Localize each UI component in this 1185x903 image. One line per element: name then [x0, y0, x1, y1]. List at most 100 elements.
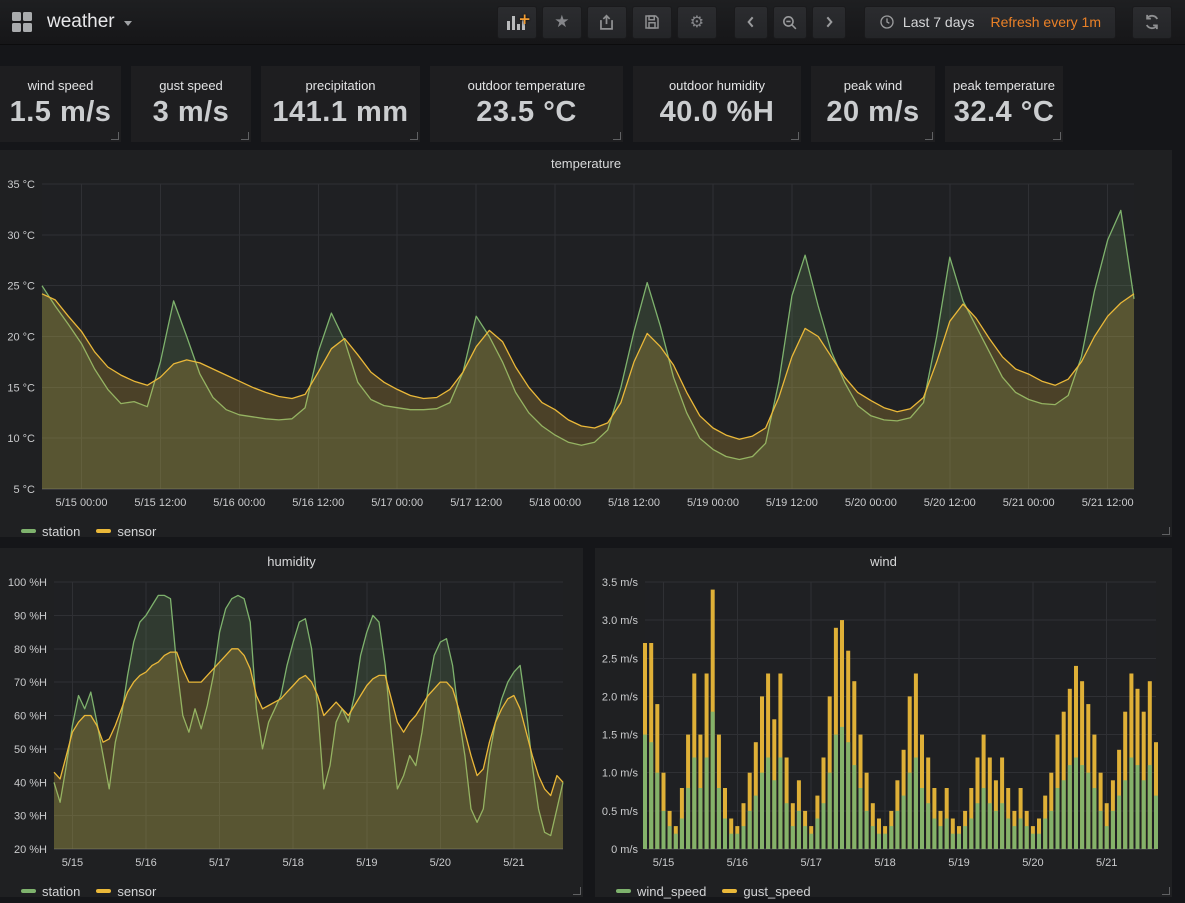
dashboard-toolbar: + ★ ⚙	[497, 6, 717, 39]
legend-item-gust_speed[interactable]: gust_speed	[722, 884, 810, 899]
humidity-chart[interactable]: 5/155/165/175/185/195/205/2120 %H30 %H40…	[0, 574, 583, 875]
humidity-legend: station sensor	[0, 880, 583, 902]
svg-text:5/15: 5/15	[62, 857, 83, 869]
stat-value: 141.1 mm	[272, 96, 408, 129]
svg-text:5/15: 5/15	[653, 857, 674, 869]
chevron-right-icon	[821, 14, 837, 30]
svg-text:5/19 00:00: 5/19 00:00	[687, 497, 739, 509]
resize-handle[interactable]	[573, 887, 581, 895]
refresh-icon	[1143, 13, 1161, 31]
panel-title-wind[interactable]: wind	[595, 548, 1172, 574]
stat-title: precipitation	[305, 78, 375, 93]
svg-text:5/16: 5/16	[135, 857, 156, 869]
svg-text:5/21: 5/21	[1096, 857, 1117, 869]
svg-text:5/18 12:00: 5/18 12:00	[608, 497, 660, 509]
legend-label: sensor	[117, 524, 156, 539]
time-range-picker[interactable]: Last 7 days Refresh every 1m	[864, 6, 1116, 39]
panel-wind: wind 5/155/165/175/185/195/205/210 m/s0.…	[595, 548, 1172, 897]
dashboard-grid-icon[interactable]	[12, 12, 32, 32]
chevron-left-icon	[743, 14, 759, 30]
share-icon	[597, 13, 616, 32]
resize-handle[interactable]	[613, 132, 621, 140]
stat-title: gust speed	[159, 78, 223, 93]
bar-chart-plus-icon: +	[507, 14, 527, 30]
svg-text:35 °C: 35 °C	[7, 179, 35, 191]
legend-swatch	[21, 889, 36, 893]
svg-text:5/19: 5/19	[356, 857, 377, 869]
stat-title: peak wind	[844, 78, 903, 93]
stat-panel-wind-speed: wind speed 1.5 m/s	[0, 66, 121, 142]
share-button[interactable]	[587, 6, 627, 39]
legend-swatch	[616, 889, 631, 893]
stat-title: outdoor humidity	[669, 78, 765, 93]
save-icon	[643, 13, 661, 31]
settings-button[interactable]: ⚙	[677, 6, 717, 39]
legend-label: station	[42, 884, 80, 899]
stat-value: 1.5 m/s	[10, 96, 112, 129]
temperature-legend: station sensor	[0, 520, 1172, 542]
svg-text:80 %H: 80 %H	[14, 644, 47, 656]
legend-item-sensor[interactable]: sensor	[96, 884, 156, 899]
svg-text:0 m/s: 0 m/s	[611, 844, 638, 856]
add-panel-button[interactable]: +	[497, 6, 537, 39]
svg-text:15 °C: 15 °C	[7, 382, 35, 394]
svg-text:1.0 m/s: 1.0 m/s	[602, 768, 639, 780]
panel-title-temperature[interactable]: temperature	[0, 150, 1172, 176]
svg-text:20 °C: 20 °C	[7, 332, 35, 344]
svg-text:30 °C: 30 °C	[7, 230, 35, 242]
svg-text:1.5 m/s: 1.5 m/s	[602, 730, 639, 742]
temperature-chart[interactable]: 5/15 00:005/15 12:005/16 00:005/16 12:00…	[0, 176, 1172, 515]
svg-text:5/15 00:00: 5/15 00:00	[56, 497, 108, 509]
resize-handle[interactable]	[241, 132, 249, 140]
stat-value: 20 m/s	[826, 96, 919, 129]
chevron-down-icon[interactable]	[124, 21, 132, 26]
refresh-interval-label: Refresh every 1m	[991, 14, 1101, 30]
stat-panel-outdoor-humidity: outdoor humidity40.0 %H	[633, 66, 801, 142]
stat-panels-row: wind speed 1.5 m/s gust speed 3 m/s precipit…	[0, 66, 1172, 142]
resize-handle[interactable]	[1162, 887, 1170, 895]
legend-item-station[interactable]: station	[21, 524, 80, 539]
dashboard-title[interactable]: weather	[47, 11, 115, 33]
stat-value: 23.5 °C	[476, 96, 577, 129]
svg-text:5/16 00:00: 5/16 00:00	[213, 497, 265, 509]
panel-title-humidity[interactable]: humidity	[0, 548, 583, 574]
resize-handle[interactable]	[410, 132, 418, 140]
save-button[interactable]	[632, 6, 672, 39]
wind-legend: wind_speed gust_speed	[595, 880, 1172, 902]
svg-text:20 %H: 20 %H	[14, 844, 47, 856]
resize-handle[interactable]	[791, 132, 799, 140]
legend-swatch	[96, 889, 111, 893]
wind-chart[interactable]: 5/155/165/175/185/195/205/210 m/s0.5 m/s…	[595, 574, 1172, 875]
svg-text:2.0 m/s: 2.0 m/s	[602, 691, 639, 703]
resize-handle[interactable]	[925, 132, 933, 140]
time-back-button[interactable]	[734, 6, 768, 39]
svg-text:5/16 12:00: 5/16 12:00	[292, 497, 344, 509]
time-forward-button[interactable]	[812, 6, 846, 39]
svg-text:5/20: 5/20	[1022, 857, 1043, 869]
svg-text:60 %H: 60 %H	[14, 711, 47, 723]
svg-text:70 %H: 70 %H	[14, 677, 47, 689]
resize-handle[interactable]	[1053, 132, 1061, 140]
legend-label: gust_speed	[743, 884, 810, 899]
legend-item-wind_speed[interactable]: wind_speed	[616, 884, 706, 899]
time-nav-group	[734, 6, 846, 39]
stat-title: outdoor temperature	[468, 78, 586, 93]
stat-value: 3 m/s	[153, 96, 230, 129]
stat-value: 32.4 °C	[954, 96, 1055, 129]
refresh-button[interactable]	[1132, 6, 1172, 39]
svg-text:2.5 m/s: 2.5 m/s	[602, 653, 639, 665]
legend-swatch	[21, 529, 36, 533]
resize-handle[interactable]	[1162, 527, 1170, 535]
svg-text:50 %H: 50 %H	[14, 744, 47, 756]
legend-item-sensor[interactable]: sensor	[96, 524, 156, 539]
svg-text:90 %H: 90 %H	[14, 610, 47, 622]
svg-text:5/19: 5/19	[948, 857, 969, 869]
star-button[interactable]: ★	[542, 6, 582, 39]
stat-panel-peak-temperature: peak temperature32.4 °C	[945, 66, 1063, 142]
svg-text:100 %H: 100 %H	[8, 577, 47, 589]
resize-handle[interactable]	[111, 132, 119, 140]
legend-item-station[interactable]: station	[21, 884, 80, 899]
zoom-out-button[interactable]	[773, 6, 807, 39]
stat-title: wind speed	[28, 78, 94, 93]
navbar: weather + ★ ⚙	[0, 0, 1185, 45]
